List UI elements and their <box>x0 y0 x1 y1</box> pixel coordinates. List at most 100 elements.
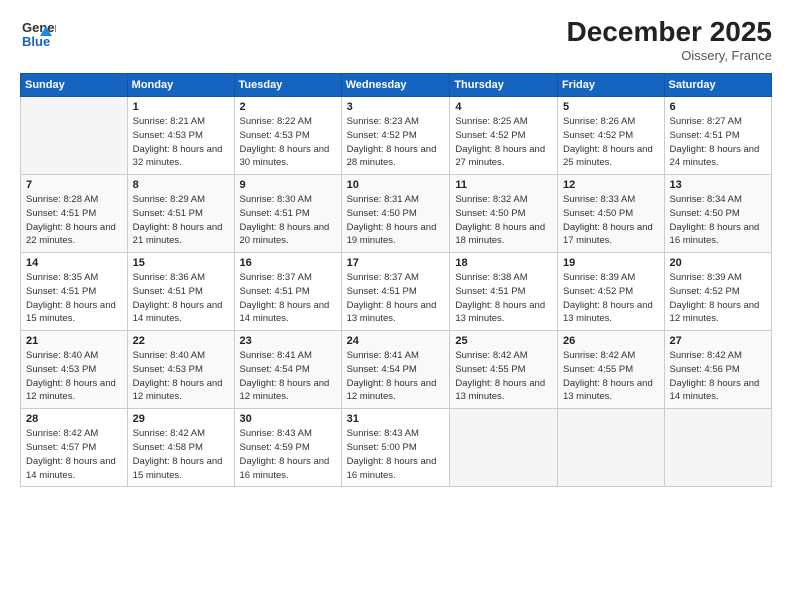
day-number: 7 <box>26 179 122 191</box>
title-block: December 2025 Oissery, France <box>567 16 772 63</box>
day-cell: 26 Sunrise: 8:42 AMSunset: 4:55 PMDayligh… <box>557 331 664 409</box>
day-cell: 3 Sunrise: 8:23 AMSunset: 4:52 PMDaylight… <box>341 97 450 175</box>
day-detail: Sunrise: 8:40 AMSunset: 4:53 PMDaylight:… <box>133 349 229 404</box>
day-detail: Sunrise: 8:22 AMSunset: 4:53 PMDaylight:… <box>240 115 336 170</box>
day-detail: Sunrise: 8:32 AMSunset: 4:50 PMDaylight:… <box>455 193 552 248</box>
day-cell: 19 Sunrise: 8:39 AMSunset: 4:52 PMDayligh… <box>557 253 664 331</box>
day-detail: Sunrise: 8:33 AMSunset: 4:50 PMDaylight:… <box>563 193 659 248</box>
day-header-saturday: Saturday <box>664 74 771 97</box>
day-detail: Sunrise: 8:29 AMSunset: 4:51 PMDaylight:… <box>133 193 229 248</box>
day-detail: Sunrise: 8:42 AMSunset: 4:57 PMDaylight:… <box>26 427 122 482</box>
day-cell: 23 Sunrise: 8:41 AMSunset: 4:54 PMDayligh… <box>234 331 341 409</box>
day-number: 25 <box>455 335 552 347</box>
day-header-friday: Friday <box>557 74 664 97</box>
day-header-tuesday: Tuesday <box>234 74 341 97</box>
day-number: 18 <box>455 257 552 269</box>
day-detail: Sunrise: 8:26 AMSunset: 4:52 PMDaylight:… <box>563 115 659 170</box>
day-number: 20 <box>670 257 766 269</box>
day-detail: Sunrise: 8:40 AMSunset: 4:53 PMDaylight:… <box>26 349 122 404</box>
day-number: 24 <box>347 335 445 347</box>
day-cell <box>21 97 128 175</box>
day-number: 1 <box>133 101 229 113</box>
day-cell: 17 Sunrise: 8:37 AMSunset: 4:51 PMDayligh… <box>341 253 450 331</box>
calendar-table: SundayMondayTuesdayWednesdayThursdayFrid… <box>20 73 772 487</box>
day-detail: Sunrise: 8:37 AMSunset: 4:51 PMDaylight:… <box>347 271 445 326</box>
day-cell: 13 Sunrise: 8:34 AMSunset: 4:50 PMDayligh… <box>664 175 771 253</box>
day-number: 5 <box>563 101 659 113</box>
day-detail: Sunrise: 8:43 AMSunset: 4:59 PMDaylight:… <box>240 427 336 482</box>
day-number: 27 <box>670 335 766 347</box>
day-number: 23 <box>240 335 336 347</box>
day-detail: Sunrise: 8:37 AMSunset: 4:51 PMDaylight:… <box>240 271 336 326</box>
week-row-5: 28Sunrise: 8:42 AMSunset: 4:57 PMDayligh… <box>21 409 772 487</box>
day-detail: Sunrise: 8:39 AMSunset: 4:52 PMDaylight:… <box>670 271 766 326</box>
day-number: 21 <box>26 335 122 347</box>
day-detail: Sunrise: 8:27 AMSunset: 4:51 PMDaylight:… <box>670 115 766 170</box>
week-row-4: 21 Sunrise: 8:40 AMSunset: 4:53 PMDayligh… <box>21 331 772 409</box>
day-detail: Sunrise: 8:35 AMSunset: 4:51 PMDaylight:… <box>26 271 122 326</box>
day-cell: 2 Sunrise: 8:22 AMSunset: 4:53 PMDaylight… <box>234 97 341 175</box>
day-detail: Sunrise: 8:41 AMSunset: 4:54 PMDaylight:… <box>347 349 445 404</box>
day-detail: Sunrise: 8:42 AMSunset: 4:55 PMDaylight:… <box>455 349 552 404</box>
day-detail: Sunrise: 8:21 AMSunset: 4:53 PMDaylight:… <box>133 115 229 170</box>
day-cell: 24 Sunrise: 8:41 AMSunset: 4:54 PMDayligh… <box>341 331 450 409</box>
day-detail: Sunrise: 8:31 AMSunset: 4:50 PMDaylight:… <box>347 193 445 248</box>
day-detail: Sunrise: 8:25 AMSunset: 4:52 PMDaylight:… <box>455 115 552 170</box>
day-cell <box>450 409 558 487</box>
day-number: 31 <box>347 413 445 425</box>
day-number: 8 <box>133 179 229 191</box>
logo-icon: General Blue <box>20 16 56 52</box>
day-number: 19 <box>563 257 659 269</box>
day-cell: 14 Sunrise: 8:35 AMSunset: 4:51 PMDayligh… <box>21 253 128 331</box>
day-cell: 15Sunrise: 8:36 AMSunset: 4:51 PMDayligh… <box>127 253 234 331</box>
day-detail: Sunrise: 8:42 AMSunset: 4:58 PMDaylight:… <box>133 427 229 482</box>
day-number: 26 <box>563 335 659 347</box>
day-cell: 7Sunrise: 8:28 AMSunset: 4:51 PMDaylight… <box>21 175 128 253</box>
location: Oissery, France <box>567 48 772 63</box>
day-cell: 4 Sunrise: 8:25 AMSunset: 4:52 PMDaylight… <box>450 97 558 175</box>
svg-text:General: General <box>22 20 56 35</box>
day-number: 29 <box>133 413 229 425</box>
day-cell: 10 Sunrise: 8:31 AMSunset: 4:50 PMDayligh… <box>341 175 450 253</box>
day-header-thursday: Thursday <box>450 74 558 97</box>
day-cell: 21 Sunrise: 8:40 AMSunset: 4:53 PMDayligh… <box>21 331 128 409</box>
day-cell: 28Sunrise: 8:42 AMSunset: 4:57 PMDayligh… <box>21 409 128 487</box>
day-cell: 6 Sunrise: 8:27 AMSunset: 4:51 PMDaylight… <box>664 97 771 175</box>
day-cell: 12 Sunrise: 8:33 AMSunset: 4:50 PMDayligh… <box>557 175 664 253</box>
day-detail: Sunrise: 8:38 AMSunset: 4:51 PMDaylight:… <box>455 271 552 326</box>
day-detail: Sunrise: 8:42 AMSunset: 4:55 PMDaylight:… <box>563 349 659 404</box>
calendar-page: General Blue December 2025 Oissery, Fran… <box>0 0 792 612</box>
day-number: 17 <box>347 257 445 269</box>
day-cell: 8 Sunrise: 8:29 AMSunset: 4:51 PMDaylight… <box>127 175 234 253</box>
header: General Blue December 2025 Oissery, Fran… <box>20 16 772 63</box>
day-number: 22 <box>133 335 229 347</box>
day-detail: Sunrise: 8:42 AMSunset: 4:56 PMDaylight:… <box>670 349 766 404</box>
day-cell <box>664 409 771 487</box>
day-cell: 31 Sunrise: 8:43 AMSunset: 5:00 PMDayligh… <box>341 409 450 487</box>
day-number: 2 <box>240 101 336 113</box>
day-number: 13 <box>670 179 766 191</box>
day-number: 10 <box>347 179 445 191</box>
day-detail: Sunrise: 8:39 AMSunset: 4:52 PMDaylight:… <box>563 271 659 326</box>
day-cell: 1 Sunrise: 8:21 AMSunset: 4:53 PMDaylight… <box>127 97 234 175</box>
day-detail: Sunrise: 8:34 AMSunset: 4:50 PMDaylight:… <box>670 193 766 248</box>
day-number: 14 <box>26 257 122 269</box>
days-header-row: SundayMondayTuesdayWednesdayThursdayFrid… <box>21 74 772 97</box>
day-number: 6 <box>670 101 766 113</box>
day-cell: 9Sunrise: 8:30 AMSunset: 4:51 PMDaylight… <box>234 175 341 253</box>
day-detail: Sunrise: 8:23 AMSunset: 4:52 PMDaylight:… <box>347 115 445 170</box>
day-number: 4 <box>455 101 552 113</box>
week-row-2: 7Sunrise: 8:28 AMSunset: 4:51 PMDaylight… <box>21 175 772 253</box>
day-header-sunday: Sunday <box>21 74 128 97</box>
day-detail: Sunrise: 8:41 AMSunset: 4:54 PMDaylight:… <box>240 349 336 404</box>
day-detail: Sunrise: 8:36 AMSunset: 4:51 PMDaylight:… <box>133 271 229 326</box>
day-detail: Sunrise: 8:43 AMSunset: 5:00 PMDaylight:… <box>347 427 445 482</box>
day-cell: 27 Sunrise: 8:42 AMSunset: 4:56 PMDayligh… <box>664 331 771 409</box>
day-number: 12 <box>563 179 659 191</box>
day-header-monday: Monday <box>127 74 234 97</box>
day-cell: 18 Sunrise: 8:38 AMSunset: 4:51 PMDayligh… <box>450 253 558 331</box>
day-number: 3 <box>347 101 445 113</box>
month-title: December 2025 <box>567 16 772 48</box>
svg-text:Blue: Blue <box>22 34 50 49</box>
day-number: 9 <box>240 179 336 191</box>
